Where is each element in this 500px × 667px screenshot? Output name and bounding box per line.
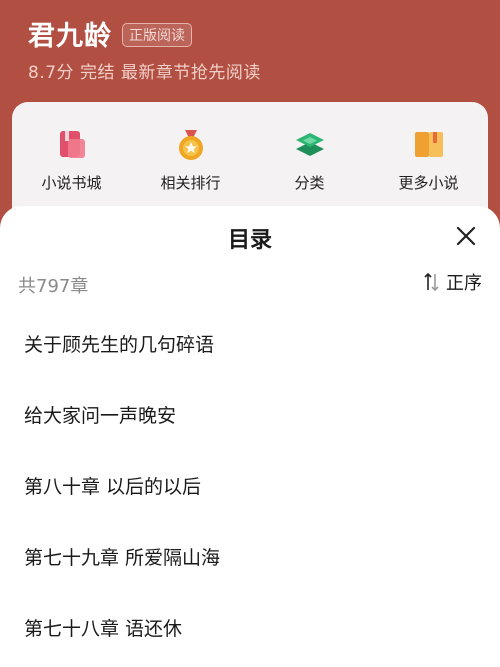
chapter-item[interactable]: 给大家问一声晚安 — [0, 381, 500, 452]
menu-item-label: 更多小说 — [398, 174, 459, 192]
chapter-item[interactable]: 关于顾先生的几句碎语 — [0, 310, 500, 381]
book-subtitle: 8.7分 完结 最新章节抢先阅读 — [28, 63, 261, 83]
menu-item-label: 相关排行 — [160, 174, 221, 192]
menu-item-novel-store[interactable]: 小说书城 — [12, 128, 131, 193]
table-of-contents-sheet: 目录 共797章 正序 关于顾先生的几句碎语 给大家问一声晚安 第八十章 以后的… — [0, 206, 500, 667]
book-store-icon — [59, 131, 85, 158]
chapter-item[interactable]: 第七十八章 语还休 — [0, 594, 500, 665]
sheet-title: 目录 — [227, 228, 272, 253]
menu-item-categories[interactable]: 分类 — [250, 128, 369, 193]
menu-item-rankings[interactable]: 相关排行 — [131, 128, 250, 193]
sort-icon — [424, 272, 439, 292]
chapter-item[interactable]: 第八十章 以后的以后 — [0, 452, 500, 523]
menu-item-label: 分类 — [294, 174, 325, 192]
menu-item-label: 小说书城 — [41, 174, 102, 192]
book-title: 君九龄 — [28, 21, 112, 52]
official-reading-badge[interactable]: 正版阅读 — [122, 22, 192, 47]
medal-icon — [178, 130, 203, 160]
sort-order-label: 正序 — [446, 273, 482, 294]
open-book-icon — [414, 132, 443, 157]
chapter-count: 共797章 — [18, 276, 89, 297]
chapter-item[interactable]: 第七十九章 所爱隔山海 — [0, 523, 500, 594]
layers-icon — [295, 133, 324, 156]
title-row: 君九龄 正版阅读 — [28, 14, 192, 53]
chapter-list: 关于顾先生的几句碎语 给大家问一声晚安 第八十章 以后的以后 第七十九章 所爱隔… — [0, 310, 500, 665]
close-icon[interactable] — [452, 222, 480, 250]
sort-order-toggle[interactable]: 正序 — [424, 269, 482, 295]
menu-item-more-novels[interactable]: 更多小说 — [369, 128, 488, 193]
